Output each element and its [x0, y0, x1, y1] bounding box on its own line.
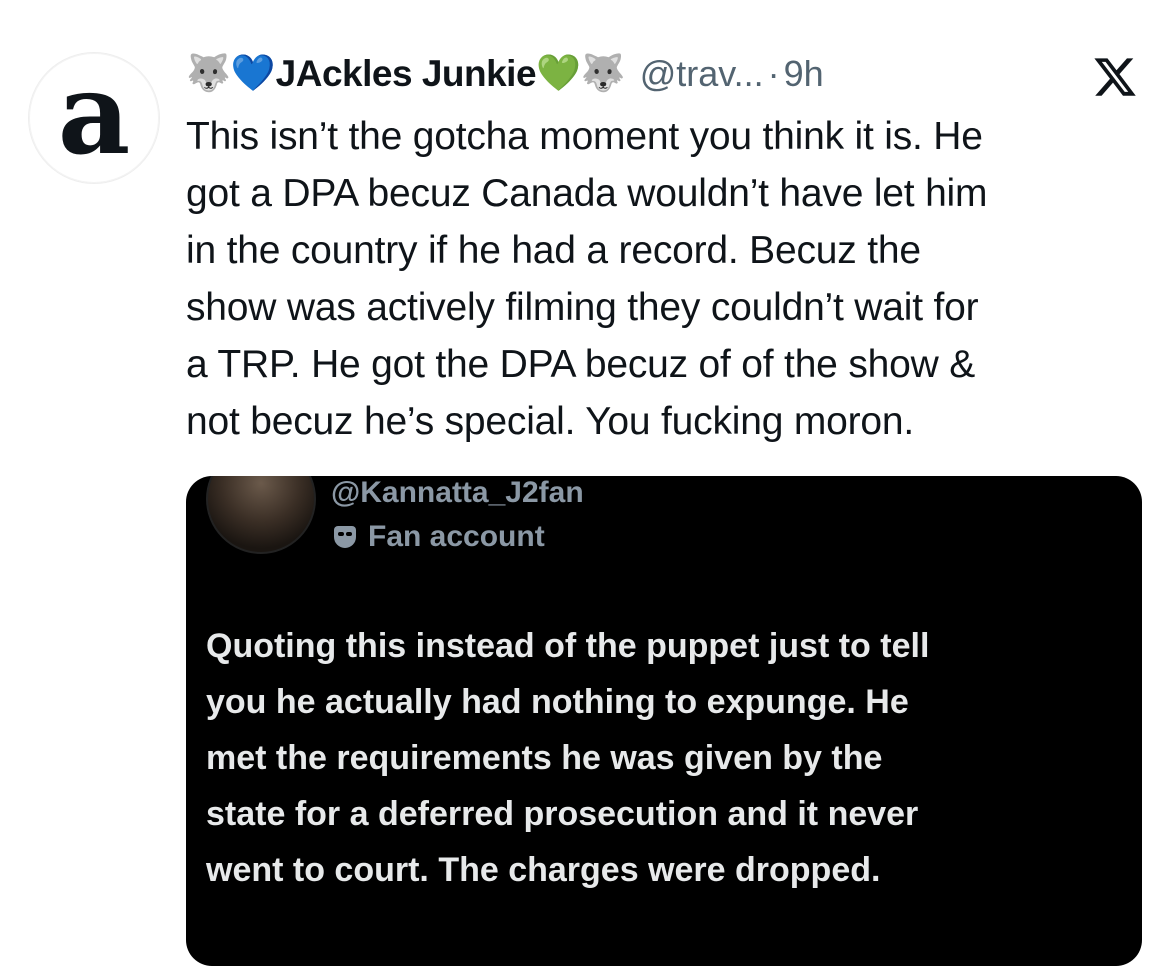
author-handle[interactable]: @trav...	[640, 53, 764, 95]
wolf-emoji-right: 🐺	[580, 53, 626, 94]
fan-account-label: Fan account	[368, 520, 545, 553]
author-avatar[interactable]: a	[28, 52, 160, 184]
quoted-author-handle[interactable]: @Kannatta_J2fan	[331, 476, 584, 510]
avatar-letter: a	[57, 52, 131, 180]
quoted-author-avatar[interactable]	[206, 476, 316, 554]
tweet-text: This isn’t the gotcha moment you think i…	[186, 115, 988, 443]
tweet-timestamp[interactable]: 9h	[784, 53, 824, 95]
author-display-name[interactable]: JAckles Junkie	[276, 53, 537, 95]
mask-icon	[334, 526, 356, 548]
meta-separator: ·	[767, 53, 780, 94]
x-logo-icon	[1094, 58, 1136, 96]
fan-account-label-row: Fan account	[334, 520, 545, 554]
wolf-emoji-left: 🐺	[186, 53, 231, 94]
quoted-tweet-card[interactable]: @Kannatta_J2fan Fan account Quoting this…	[186, 476, 1142, 966]
quoted-tweet-text: Quoting this instead of the puppet just …	[206, 627, 930, 889]
green-heart-emoji: 💚	[536, 53, 581, 94]
tweet-header: 🐺 💙 JAckles Junkie 💚 🐺 @trav... · 9h	[186, 48, 1146, 100]
blue-heart-emoji: 💙	[230, 53, 276, 94]
